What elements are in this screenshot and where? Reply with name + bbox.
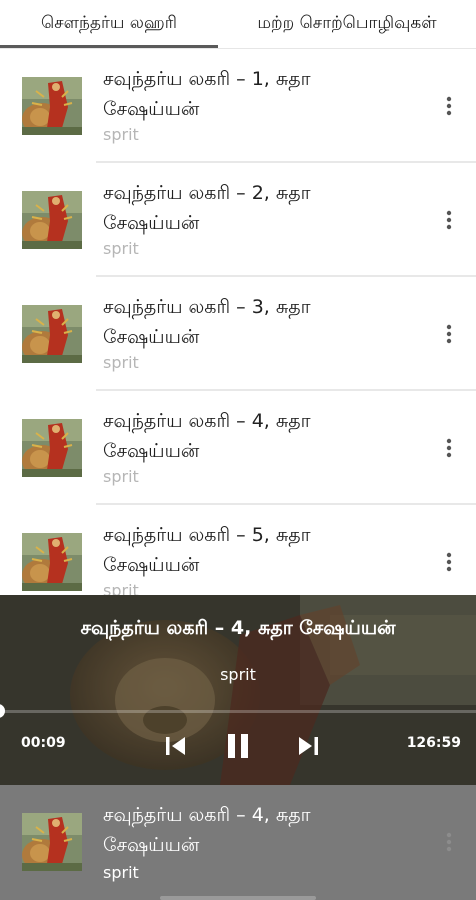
- track-artist: sprit: [103, 353, 139, 372]
- album-art-thumbnail: [22, 533, 82, 591]
- more-options-icon[interactable]: [436, 207, 462, 233]
- seek-bar[interactable]: [0, 704, 476, 718]
- track-title: சவுந்தர்ய லகரி – 1, சுதா சேஷய்யன்: [103, 68, 311, 120]
- list-item[interactable]: சவுந்தர்ய லகரி – 5, சுதா சேஷய்யன் sprit: [0, 505, 476, 595]
- skip-next-icon[interactable]: [292, 730, 324, 762]
- tab-bar: சௌந்தர்ய லஹரி மற்ற சொற்பொழிவுகள்: [0, 0, 476, 49]
- mini-player-artist: sprit: [103, 863, 139, 882]
- tab-other-lectures[interactable]: மற்ற சொற்பொழிவுகள்: [218, 0, 476, 48]
- album-art-thumbnail: [22, 419, 82, 477]
- current-time: 00:09: [21, 735, 66, 751]
- total-time: 126:59: [406, 735, 461, 751]
- track-title: சவுந்தர்ய லகரி – 4, சுதா சேஷய்யன்: [103, 410, 311, 462]
- now-playing-title: சவுந்தர்ய லகரி – 4, சுதா சேஷய்யன்: [80, 617, 396, 639]
- more-options-icon[interactable]: [436, 321, 462, 347]
- list-item[interactable]: சவுந்தர்ய லகரி – 1, சுதா சேஷய்யன் sprit: [0, 49, 476, 163]
- pause-icon[interactable]: [222, 730, 254, 762]
- album-art-thumbnail: [22, 813, 82, 871]
- tab-indicator: [0, 45, 218, 48]
- track-artist: sprit: [103, 125, 139, 144]
- track-list[interactable]: சவுந்தர்ய லகரி – 1, சுதா சேஷய்யன் sprit …: [0, 49, 476, 595]
- more-options-icon[interactable]: [436, 435, 462, 461]
- now-playing-artist: sprit: [220, 665, 256, 684]
- track-title: சவுந்தர்ய லகரி – 2, சுதா சேஷய்யன்: [103, 182, 311, 234]
- drag-handle[interactable]: [160, 896, 316, 900]
- skip-previous-icon[interactable]: [160, 730, 192, 762]
- album-art-thumbnail: [22, 305, 82, 363]
- track-title: சவுந்தர்ய லகரி – 3, சுதா சேஷய்யன்: [103, 296, 311, 348]
- track-artist: sprit: [103, 581, 139, 595]
- list-item[interactable]: சவுந்தர்ய லகரி – 2, சுதா சேஷய்யன் sprit: [0, 163, 476, 277]
- list-item[interactable]: சவுந்தர்ய லகரி – 3, சுதா சேஷய்யன் sprit: [0, 277, 476, 391]
- album-art-thumbnail: [22, 77, 82, 135]
- more-options-icon[interactable]: [436, 93, 462, 119]
- track-artist: sprit: [103, 239, 139, 258]
- now-playing-panel: சவுந்தர்ய லகரி – 4, சுதா சேஷய்யன் sprit …: [0, 595, 476, 785]
- list-item[interactable]: சவுந்தர்ய லகரி – 4, சுதா சேஷய்யன் sprit: [0, 391, 476, 505]
- more-options-icon[interactable]: [436, 829, 462, 855]
- track-artist: sprit: [103, 467, 139, 486]
- mini-player[interactable]: சவுந்தர்ய லகரி – 4, சுதா சேஷய்யன் sprit: [0, 785, 476, 900]
- tab-soundarya-lahari[interactable]: சௌந்தர்ய லஹரி: [0, 0, 218, 48]
- track-title: சவுந்தர்ய லகரி – 5, சுதா சேஷய்யன்: [103, 524, 311, 576]
- album-art-thumbnail: [22, 191, 82, 249]
- more-options-icon[interactable]: [436, 549, 462, 575]
- mini-player-title: சவுந்தர்ய லகரி – 4, சுதா சேஷய்யன்: [103, 804, 311, 856]
